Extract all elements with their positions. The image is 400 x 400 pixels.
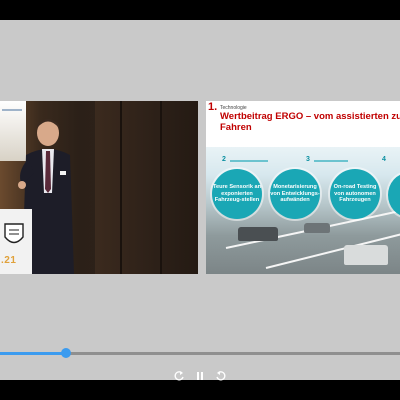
letterbox-top	[0, 0, 400, 20]
step-arrow	[314, 160, 348, 162]
slide-title-line1: Wertbeitrag ERGO – vom assistierten zum	[220, 111, 400, 122]
wood-panel	[95, 101, 198, 274]
car	[344, 245, 388, 265]
progress-fill	[0, 352, 66, 355]
slide-title-line2: Fahren	[220, 122, 252, 133]
shield-logo-icon	[4, 223, 24, 244]
screen-bar	[2, 109, 22, 111]
step-arrow	[230, 160, 268, 162]
panel-seam	[160, 101, 162, 274]
value-circle-2-text: Monetarisierung von Entwicklungs-aufwänd…	[270, 184, 320, 204]
slide-number: 1.	[208, 101, 218, 113]
car	[304, 223, 330, 233]
step-label-4: 4	[382, 156, 386, 163]
step-label-2: 2	[222, 156, 226, 163]
slide-panel: 1. Technologie Wertbeitrag ERGO – vom as…	[206, 101, 400, 274]
lectern: .21	[0, 209, 32, 274]
progress-scrubber[interactable]	[61, 348, 71, 358]
speaker-video-panel: .21	[0, 101, 198, 274]
pause-icon[interactable]	[194, 370, 206, 382]
car	[238, 227, 278, 241]
value-circle-3: On-road Testing von autonomen Fahrzeugen	[330, 169, 380, 219]
lectern-text: .21	[1, 255, 17, 266]
forward-icon[interactable]	[215, 370, 227, 382]
letterbox-bottom	[0, 380, 400, 400]
value-circle-2: Monetarisierung von Entwicklungs-aufwänd…	[270, 169, 320, 219]
panel-seam	[120, 101, 122, 274]
value-circle-3-text: On-road Testing von autonomen Fahrzeugen	[333, 184, 377, 204]
step-label-3: 3	[306, 156, 310, 163]
value-circle-1-text: Teure Sensorik an exponierten Fahrzeug-s…	[212, 184, 262, 204]
value-circle-1: Teure Sensorik an exponierten Fahrzeug-s…	[212, 169, 262, 219]
slide-title: Wertbeitrag ERGO – vom assistierten zum …	[220, 111, 400, 133]
rewind-icon[interactable]	[173, 370, 185, 382]
